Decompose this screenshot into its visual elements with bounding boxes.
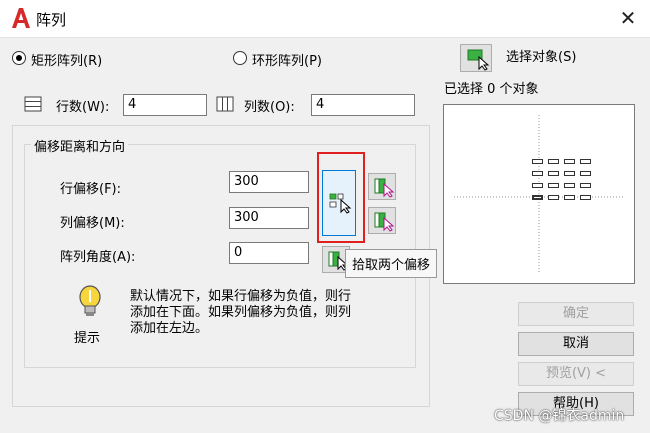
cancel-button[interactable]: 取消	[518, 332, 634, 356]
preview-cell	[532, 159, 543, 164]
preview-cell	[564, 183, 575, 188]
polar-array-radio[interactable]	[233, 51, 247, 65]
ok-button[interactable]: 确定	[518, 302, 634, 326]
pick-both-offsets-button[interactable]	[322, 170, 356, 236]
preview-cell	[548, 195, 559, 200]
close-button[interactable]: ✕	[612, 4, 644, 32]
preview-cell	[580, 159, 591, 164]
rows-input[interactable]: 4	[123, 94, 207, 116]
offset-group-title: 偏移距离和方向	[31, 136, 129, 155]
preview-canvas	[454, 115, 624, 273]
preview-cell	[580, 183, 591, 188]
array-preview	[443, 104, 635, 284]
pick-row-offset-button[interactable]	[368, 173, 396, 200]
preview-cell	[532, 171, 543, 176]
columns-icon	[216, 96, 234, 112]
polar-array-label[interactable]: 环形阵列(P)	[252, 50, 322, 69]
preview-base-cell	[532, 195, 543, 200]
select-objects-label: 选择对象(S)	[506, 50, 577, 65]
angle-label: 阵列角度(A):	[60, 250, 136, 265]
hint-text: 默认情况下，如果行偏移为负值，则行 添加在下面。如果列偏移为负值，则列 添加在左…	[130, 289, 351, 337]
select-objects-icon	[467, 49, 490, 71]
rows-label: 行数(W):	[56, 100, 110, 115]
autocad-logo-icon	[12, 8, 30, 28]
preview-cell	[548, 171, 559, 176]
hint-line-2: 添加在下面。如果列偏移为负值，则列	[130, 305, 352, 320]
pick-col-offset-button[interactable]	[368, 207, 396, 234]
preview-cell	[564, 171, 575, 176]
preview-cell	[580, 195, 591, 200]
rows-icon	[24, 96, 42, 112]
row-offset-input[interactable]: 300	[229, 171, 309, 193]
col-offset-input[interactable]: 300	[229, 207, 309, 229]
preview-cell	[548, 183, 559, 188]
preview-cell	[580, 171, 591, 176]
preview-cell	[532, 183, 543, 188]
hint-line-1: 默认情况下，如果行偏移为负值，则行	[130, 289, 352, 304]
hint-line-3: 添加在左边。	[130, 321, 209, 336]
preview-cell	[564, 159, 575, 164]
columns-label: 列数(O):	[244, 100, 295, 115]
select-objects-button[interactable]	[460, 44, 492, 72]
preview-button[interactable]: 预览(V) <	[518, 362, 634, 386]
preview-cell	[564, 195, 575, 200]
preview-cell	[548, 159, 559, 164]
hint-label: 提示	[74, 331, 101, 346]
pick-col-offset-icon	[374, 212, 395, 232]
rect-array-label[interactable]: 矩形阵列(R)	[31, 50, 102, 69]
angle-input[interactable]: 0	[229, 242, 309, 264]
col-offset-label: 列偏移(M):	[60, 216, 125, 231]
rect-array-radio[interactable]	[12, 51, 26, 65]
lightbulb-icon	[79, 285, 101, 316]
pick-both-offsets-icon	[329, 193, 352, 214]
watermark: CSDN @锦衣admin	[494, 408, 625, 424]
window-title: 阵列	[36, 11, 67, 29]
columns-input[interactable]: 4	[311, 94, 415, 116]
tooltip: 拾取两个偏移	[345, 249, 438, 278]
title-bar	[0, 0, 650, 38]
pick-row-offset-icon	[374, 178, 395, 198]
row-offset-label: 行偏移(F):	[60, 182, 122, 197]
selection-status: 已选择 0 个对象	[444, 82, 539, 97]
